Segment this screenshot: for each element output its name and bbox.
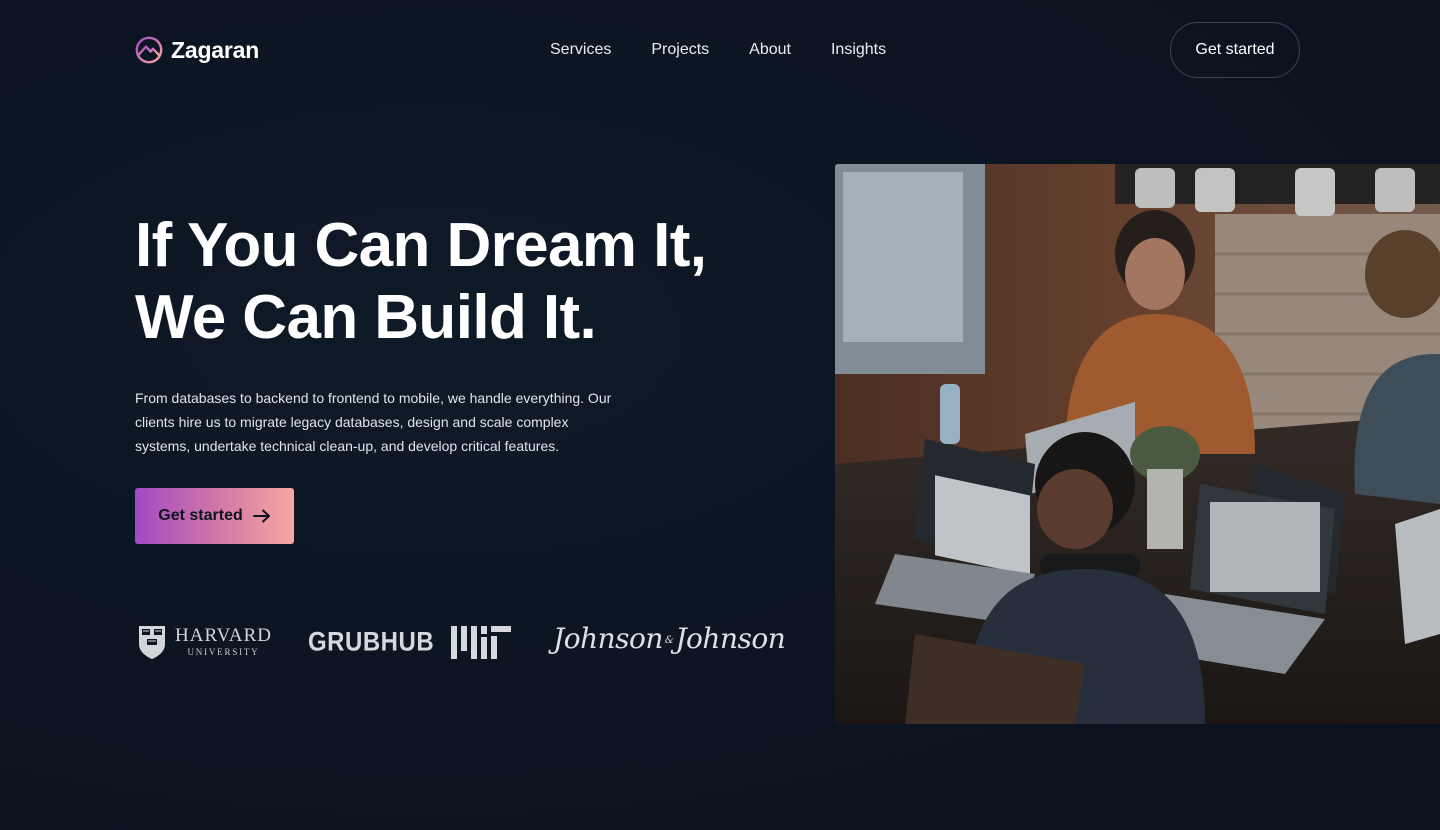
jnj-ampersand: &	[664, 635, 674, 646]
brand-logo[interactable]: Zagaran	[135, 36, 259, 64]
jnj-right: Johnson	[675, 622, 786, 655]
hero-title-line-2: We Can Build It.	[135, 283, 597, 352]
mountain-circle-icon	[135, 36, 163, 64]
grubhub-logo: GRUBHUB	[308, 627, 435, 658]
mit-logo	[451, 626, 511, 659]
harvard-wordmark: HARVARD UNIVERSITY	[175, 626, 272, 658]
header-get-started-button[interactable]: Get started	[1170, 22, 1300, 78]
brand-name: Zagaran	[171, 36, 260, 63]
harvard-logo: HARVARD UNIVERSITY	[137, 624, 272, 660]
hero-title: If You Can Dream It, We Can Build It.	[135, 210, 775, 354]
mit-logo-mark	[451, 626, 511, 659]
nav-item-about[interactable]: About	[749, 41, 791, 59]
hero-cta-label: Get started	[158, 507, 243, 524]
harvard-name: HARVARD	[175, 625, 272, 646]
nav-item-projects[interactable]: Projects	[651, 41, 709, 59]
nav-item-insights[interactable]: Insights	[831, 41, 886, 59]
site-header: Zagaran Services Projects About Insights…	[0, 0, 1440, 100]
harvard-shield-icon	[139, 626, 165, 659]
harvard-subtitle: UNIVERSITY	[187, 647, 260, 657]
hero-description: From databases to backend to frontend to…	[135, 390, 612, 454]
jnj-left: Johnson	[553, 622, 663, 655]
hero-get-started-button[interactable]: Get started	[135, 488, 294, 544]
arrow-right-icon	[252, 509, 270, 523]
hero-title-line-1: If You Can Dream It,	[135, 211, 707, 280]
client-logos: HARVARD UNIVERSITY GRUBHUB Johnson &Johns…	[135, 618, 786, 664]
main-nav: Services Projects About Insights	[550, 41, 886, 59]
hero-team-photo	[835, 164, 1440, 724]
nav-item-services[interactable]: Services	[550, 41, 611, 59]
team-photo-illustration	[835, 164, 1440, 724]
johnson-and-johnson-logo: Johnson &Johnson	[553, 622, 786, 655]
